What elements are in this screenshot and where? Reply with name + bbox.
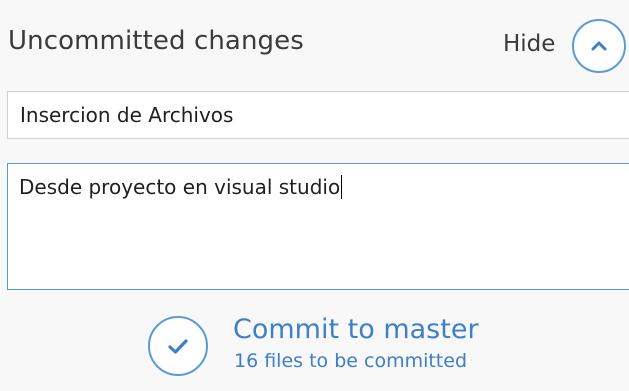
files-to-commit-count: 16 files to be committed bbox=[234, 350, 468, 372]
commit-description-field[interactable]: Desde proyecto en visual studio bbox=[7, 163, 629, 290]
check-icon bbox=[168, 339, 188, 354]
commit-summary-value: Insercion de Archivos bbox=[20, 103, 234, 127]
commit-button[interactable] bbox=[148, 316, 208, 376]
text-caret bbox=[341, 175, 343, 199]
commit-description-value: Desde proyecto en visual studio bbox=[19, 175, 341, 199]
hide-label[interactable]: Hide bbox=[503, 28, 555, 60]
chevron-up-icon bbox=[591, 41, 607, 51]
commit-to-master-link[interactable]: Commit to master bbox=[233, 312, 479, 348]
commit-description-line: Desde proyecto en visual studio bbox=[19, 174, 343, 200]
uncommitted-changes-panel: Uncommitted changes Hide Insercion de Ar… bbox=[0, 0, 629, 391]
panel-title: Uncommitted changes bbox=[8, 26, 304, 56]
commit-summary-field[interactable]: Insercion de Archivos bbox=[7, 91, 629, 139]
hide-toggle-button[interactable] bbox=[572, 19, 626, 73]
